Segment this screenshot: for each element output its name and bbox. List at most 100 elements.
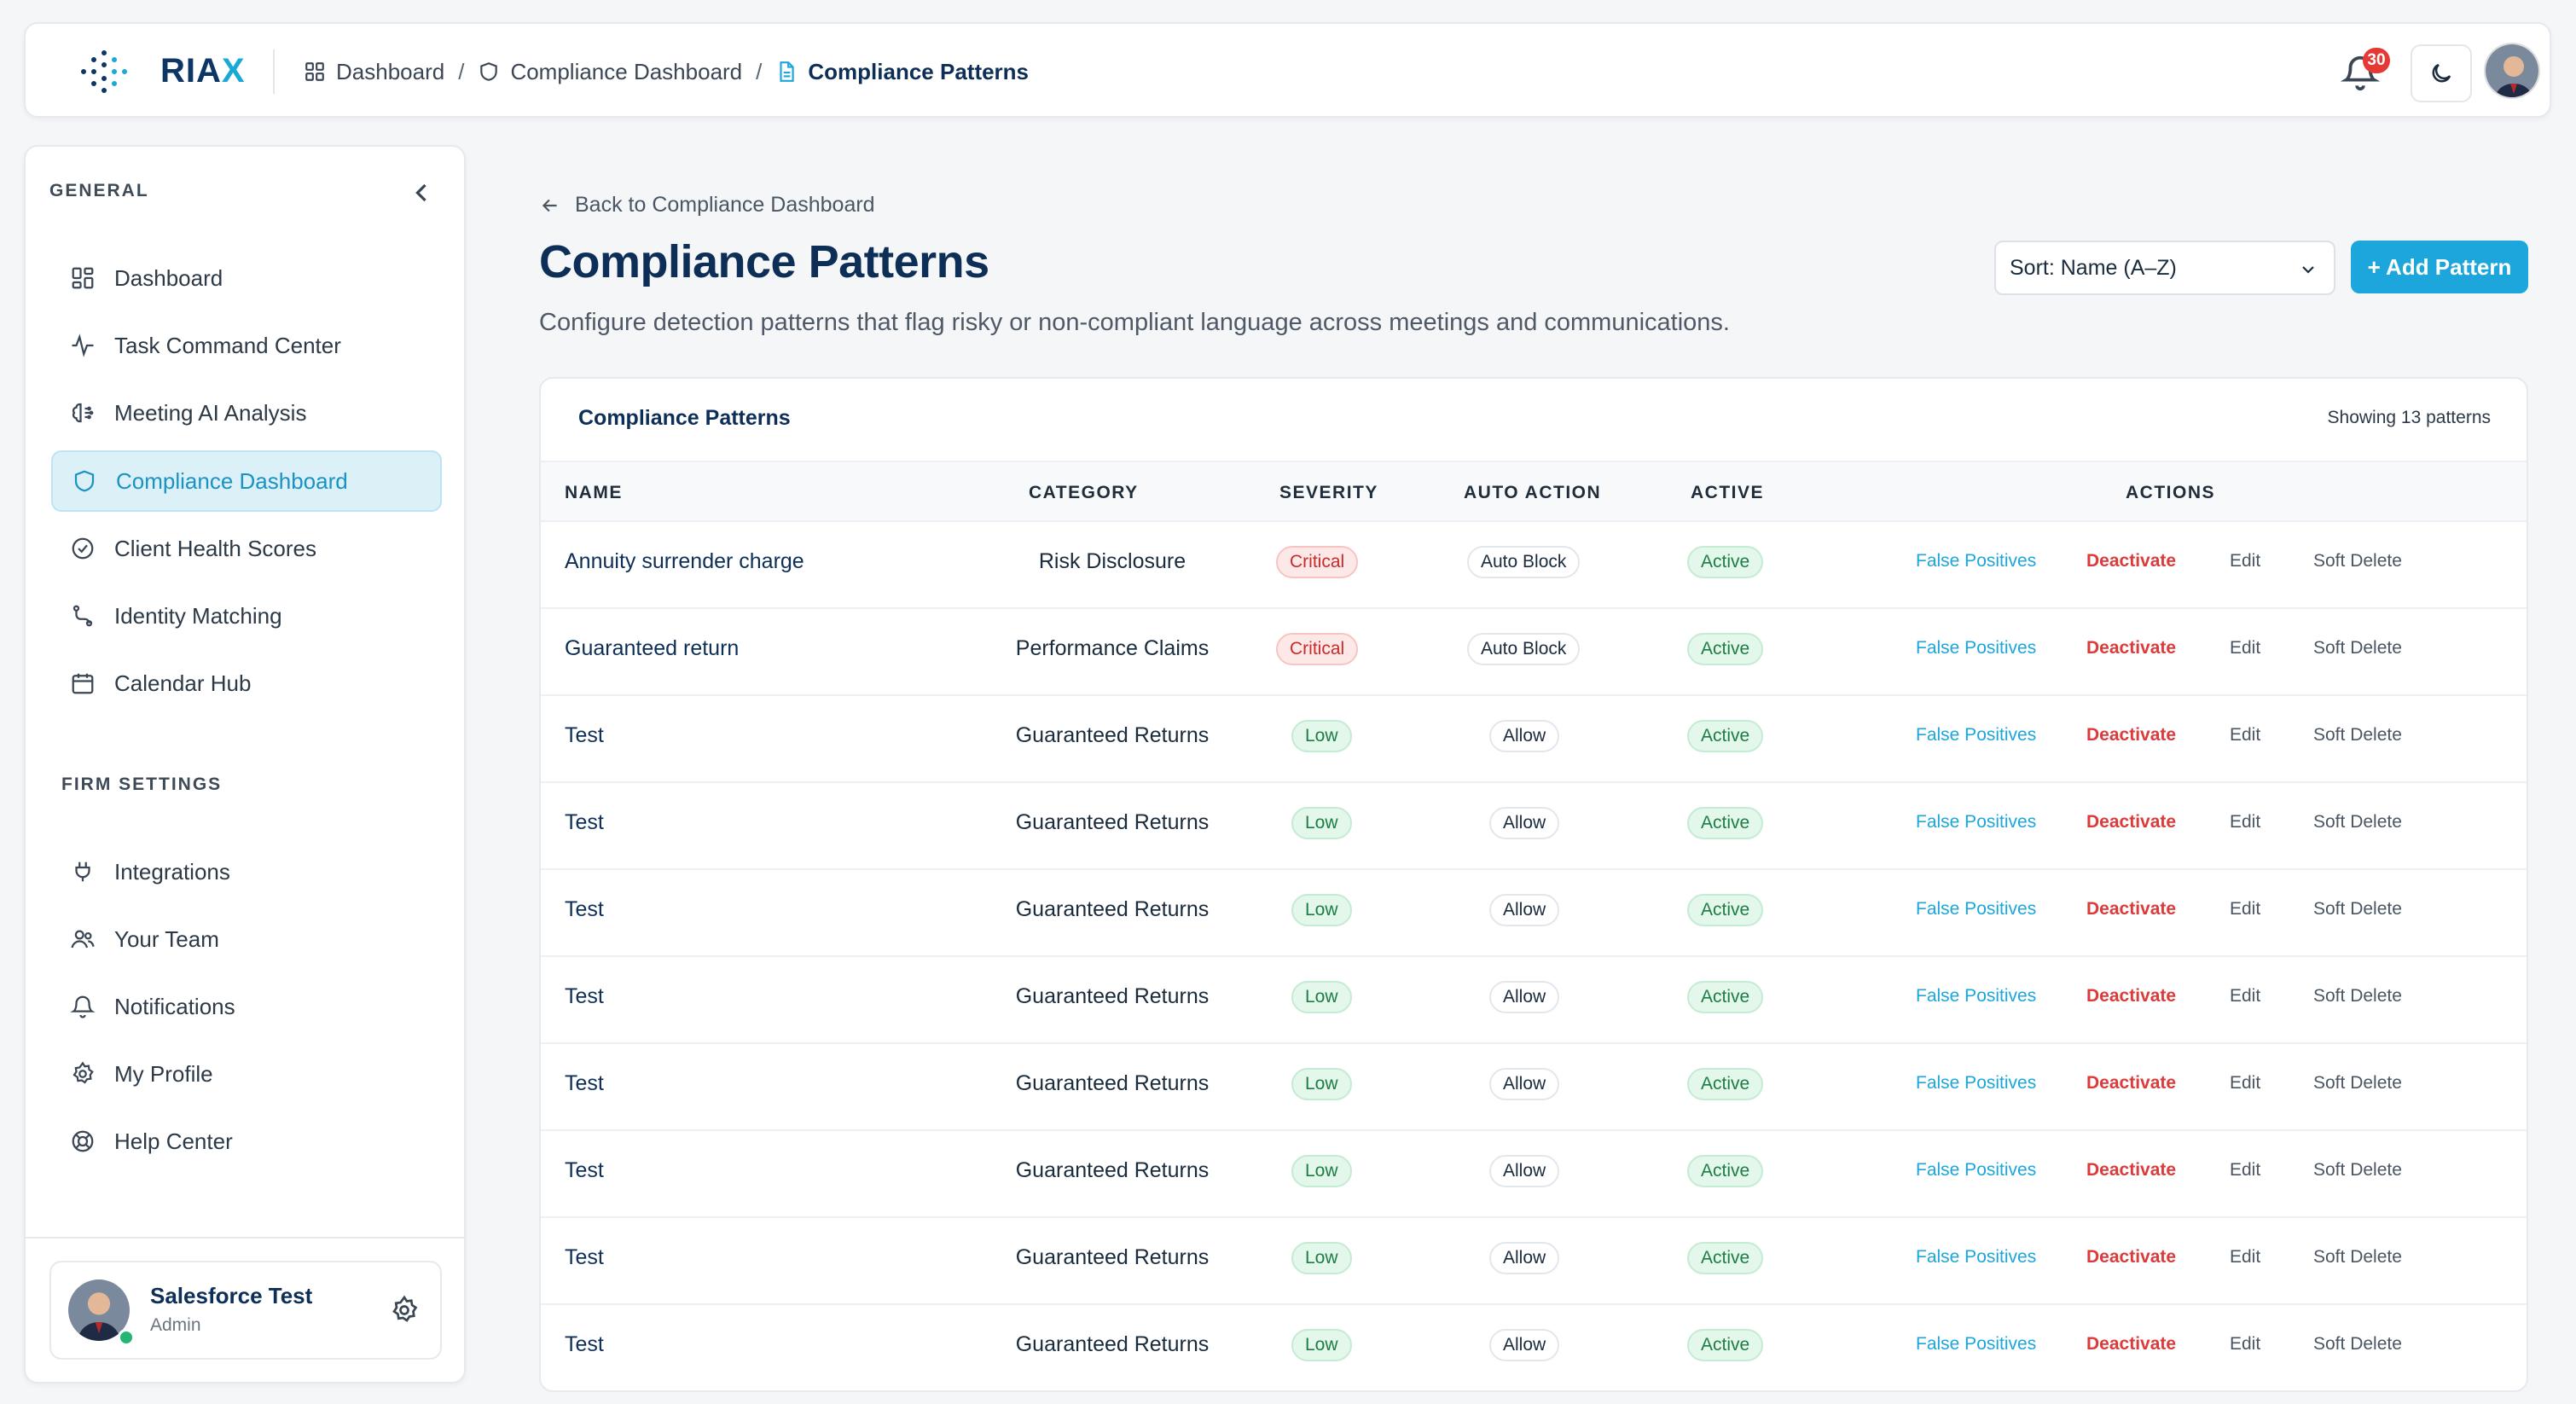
soft-delete-button[interactable]: Soft Delete xyxy=(2313,1073,2402,1094)
sidebar-item-client-health-scores[interactable]: Client Health Scores xyxy=(51,518,442,579)
section-label-firm-settings: FIRM SETTINGS xyxy=(61,775,223,794)
deactivate-button[interactable]: Deactivate xyxy=(2086,986,2176,1007)
back-to-compliance-dashboard-link[interactable]: Back to Compliance Dashboard xyxy=(539,193,875,218)
gear-icon xyxy=(73,1061,94,1084)
table-row: Test Guaranteed Returns Low Allow Active Fals… xyxy=(541,783,2527,870)
deactivate-button[interactable]: Deactivate xyxy=(2086,812,2176,833)
soft-delete-button[interactable]: Soft Delete xyxy=(2313,551,2402,571)
sidebar-item-compliance-dashboard[interactable]: Compliance Dashboard xyxy=(51,450,442,512)
pattern-name[interactable]: Annuity surrender charge xyxy=(565,549,804,574)
soft-delete-button[interactable]: Soft Delete xyxy=(2313,1247,2402,1268)
table-row: Guaranteed return Performance Claims Criti… xyxy=(541,609,2527,696)
deactivate-button[interactable]: Deactivate xyxy=(2086,899,2176,920)
document-icon xyxy=(780,61,795,82)
edit-button[interactable]: Edit xyxy=(2230,986,2260,1007)
edit-button[interactable]: Edit xyxy=(2230,551,2260,571)
column-header-category[interactable]: CATEGORY xyxy=(1029,483,1139,503)
soft-delete-button[interactable]: Soft Delete xyxy=(2313,1160,2402,1181)
breadcrumb-compliance-dashboard[interactable]: Compliance Dashboard xyxy=(478,59,742,85)
edit-button[interactable]: Edit xyxy=(2230,725,2260,746)
pattern-name[interactable]: Test xyxy=(565,1245,604,1270)
severity-badge: Critical xyxy=(1276,546,1359,578)
active-status-badge: Active xyxy=(1687,981,1764,1013)
false-positives-button[interactable]: False Positives xyxy=(1916,899,2036,920)
add-pattern-button[interactable]: + Add Pattern xyxy=(2351,241,2528,293)
edit-button[interactable]: Edit xyxy=(2230,1247,2260,1268)
soft-delete-button[interactable]: Soft Delete xyxy=(2313,638,2402,658)
deactivate-button[interactable]: Deactivate xyxy=(2086,638,2176,658)
theme-toggle-button[interactable] xyxy=(2411,44,2472,102)
sidebar-item-notifications[interactable]: Notifications xyxy=(51,976,442,1037)
false-positives-button[interactable]: False Positives xyxy=(1916,986,2036,1007)
auto-action-badge: Allow xyxy=(1489,1242,1560,1274)
soft-delete-button[interactable]: Soft Delete xyxy=(2313,725,2402,746)
soft-delete-button[interactable]: Soft Delete xyxy=(2313,1334,2402,1355)
table-row: Test Guaranteed Returns Low Allow Active Fals… xyxy=(541,1044,2527,1131)
user-card[interactable]: Salesforce Test Admin xyxy=(49,1261,442,1360)
gear-icon[interactable] xyxy=(389,1295,420,1326)
auto-action-badge: Allow xyxy=(1489,1068,1560,1100)
false-positives-button[interactable]: False Positives xyxy=(1916,1160,2036,1181)
pattern-name[interactable]: Test xyxy=(565,810,604,835)
false-positives-button[interactable]: False Positives xyxy=(1916,1073,2036,1094)
pattern-name[interactable]: Test xyxy=(565,1332,604,1357)
column-header-auto-action[interactable]: AUTO ACTION xyxy=(1464,483,1601,503)
sidebar-item-identity-matching[interactable]: Identity Matching xyxy=(51,585,442,647)
soft-delete-button[interactable]: Soft Delete xyxy=(2313,899,2402,920)
lifebuoy-icon xyxy=(72,1130,94,1152)
false-positives-button[interactable]: False Positives xyxy=(1916,725,2036,746)
pattern-name[interactable]: Test xyxy=(565,897,604,922)
pattern-category: Guaranteed Returns xyxy=(1015,1158,1210,1182)
pattern-name[interactable]: Test xyxy=(565,1158,604,1183)
deactivate-button[interactable]: Deactivate xyxy=(2086,725,2176,746)
pattern-name[interactable]: Guaranteed return xyxy=(565,636,739,661)
edit-button[interactable]: Edit xyxy=(2230,812,2260,833)
deactivate-button[interactable]: Deactivate xyxy=(2086,1334,2176,1355)
deactivate-button[interactable]: Deactivate xyxy=(2086,1247,2176,1268)
sidebar-item-my-profile[interactable]: My Profile xyxy=(51,1043,442,1105)
deactivate-button[interactable]: Deactivate xyxy=(2086,1073,2176,1094)
column-header-active[interactable]: ACTIVE xyxy=(1691,483,1764,503)
calendar-icon xyxy=(72,673,94,694)
false-positives-button[interactable]: False Positives xyxy=(1916,551,2036,571)
false-positives-button[interactable]: False Positives xyxy=(1916,638,2036,658)
false-positives-button[interactable]: False Positives xyxy=(1916,1334,2036,1355)
deactivate-button[interactable]: Deactivate xyxy=(2086,1160,2176,1181)
pattern-category: Guaranteed Returns xyxy=(1015,810,1210,834)
edit-button[interactable]: Edit xyxy=(2230,1160,2260,1181)
sidebar-item-meeting-ai-analysis[interactable]: Meeting AI Analysis xyxy=(51,382,442,444)
column-header-name[interactable]: NAME xyxy=(565,483,623,503)
chevron-left-icon[interactable] xyxy=(406,177,437,208)
false-positives-button[interactable]: False Positives xyxy=(1916,812,2036,833)
table-title: Compliance Patterns xyxy=(578,406,791,430)
sidebar-item-task-command-center[interactable]: Task Command Center xyxy=(51,315,442,376)
breadcrumb-dashboard[interactable]: Dashboard xyxy=(304,59,444,85)
pattern-name[interactable]: Test xyxy=(565,723,604,748)
brand-logo[interactable]: RIAX xyxy=(160,49,246,92)
sidebar-item-your-team[interactable]: Your Team xyxy=(51,908,442,970)
auto-action-badge: Auto Block xyxy=(1467,633,1581,665)
false-positives-button[interactable]: False Positives xyxy=(1916,1247,2036,1268)
table-row: Test Guaranteed Returns Low Allow Active Fals… xyxy=(541,957,2527,1044)
pattern-name[interactable]: Test xyxy=(565,1071,604,1096)
patterns-table-card: Compliance Patterns Showing 13 patterns … xyxy=(539,377,2528,1392)
sidebar-item-dashboard[interactable]: Dashboard xyxy=(51,247,442,309)
user-avatar[interactable] xyxy=(2484,43,2540,99)
pattern-name[interactable]: Test xyxy=(565,984,604,1009)
edit-button[interactable]: Edit xyxy=(2230,1073,2260,1094)
grid-icon xyxy=(72,267,94,289)
sidebar-item-help-center[interactable]: Help Center xyxy=(51,1111,442,1172)
notification-count-badge: 30 xyxy=(2363,48,2390,73)
edit-button[interactable]: Edit xyxy=(2230,899,2260,920)
soft-delete-button[interactable]: Soft Delete xyxy=(2313,812,2402,833)
soft-delete-button[interactable]: Soft Delete xyxy=(2313,986,2402,1007)
edit-button[interactable]: Edit xyxy=(2230,1334,2260,1355)
activity-icon xyxy=(72,334,94,357)
edit-button[interactable]: Edit xyxy=(2230,638,2260,658)
sidebar-item-integrations[interactable]: Integrations xyxy=(51,841,442,902)
sort-select[interactable]: Sort: Name (A–Z) xyxy=(1994,241,2335,295)
deactivate-button[interactable]: Deactivate xyxy=(2086,551,2176,571)
sidebar-item-calendar-hub[interactable]: Calendar Hub xyxy=(51,653,442,714)
column-header-severity[interactable]: SEVERITY xyxy=(1279,483,1378,503)
pattern-category: Guaranteed Returns xyxy=(1015,1245,1210,1269)
